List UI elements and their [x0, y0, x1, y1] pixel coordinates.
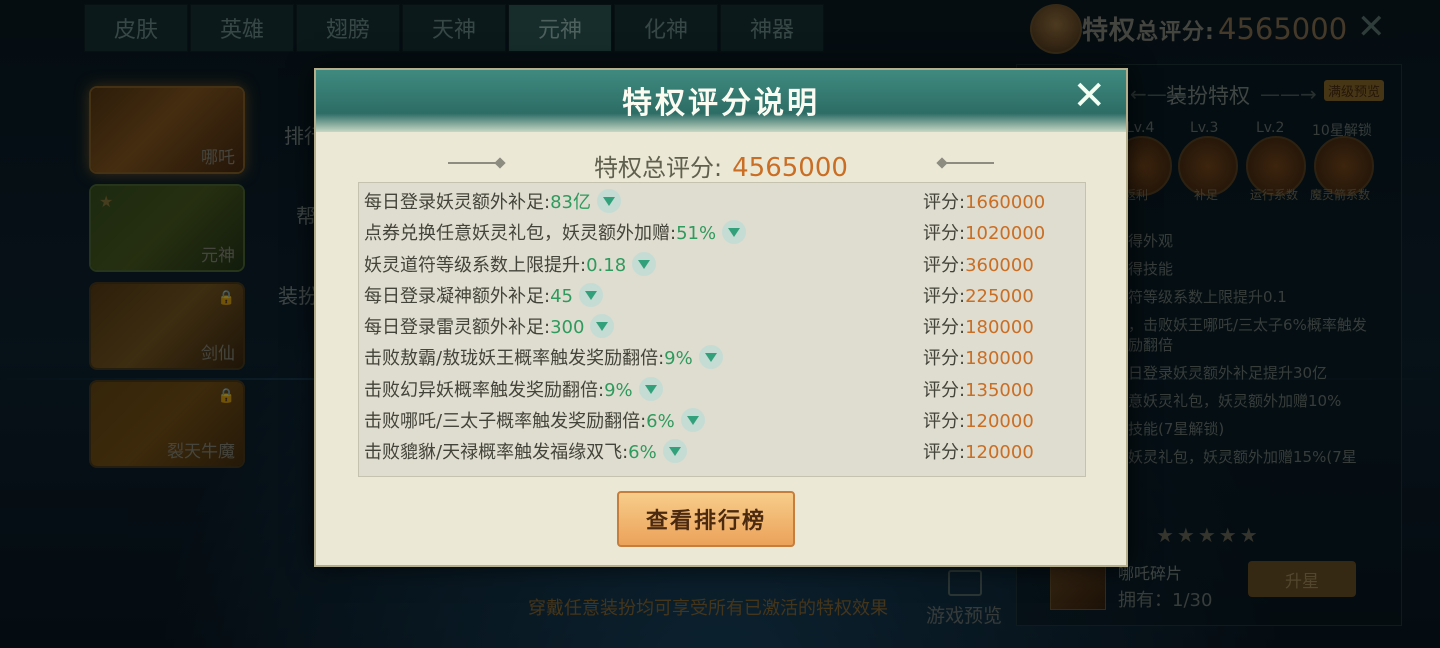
item-description: 点券兑换任意妖灵礼包，妖灵额外加赠:51%	[364, 219, 747, 246]
expand-arrow-icon[interactable]	[590, 314, 615, 338]
view-leaderboard-button[interactable]: 查看排行榜	[617, 491, 795, 547]
item-score: 评分:135000	[923, 380, 1034, 401]
expand-arrow-icon[interactable]	[596, 189, 621, 213]
item-description: 击败敖霸/敖珑妖王概率触发奖励翻倍:9%	[364, 344, 723, 371]
item-score: 评分:120000	[923, 411, 1034, 432]
expand-arrow-icon[interactable]	[638, 377, 663, 401]
total-score-value: 4565000	[732, 153, 848, 183]
dialog-total-score: 特权总评分: 4565000	[316, 148, 1126, 183]
list-item: 点券兑换任意妖灵礼包，妖灵额外加赠:51% 评分:1020000	[359, 216, 1085, 247]
item-description: 每日登录妖灵额外补足:83亿	[364, 188, 621, 215]
list-item: 每日登录妖灵额外补足:83亿 评分:1660000	[359, 185, 1085, 216]
item-description: 击败貔貅/天禄概率触发福缘双飞:6%	[364, 438, 687, 465]
list-item: 每日登录雷灵额外补足:300 评分:180000	[359, 310, 1085, 341]
expand-arrow-icon[interactable]	[680, 408, 705, 432]
item-description: 每日登录凝神额外补足:45	[364, 282, 603, 309]
dialog-header: 特权评分说明 ✕	[316, 70, 1126, 132]
item-score: 评分:1020000	[923, 223, 1046, 244]
dialog-close-icon[interactable]: ✕	[1072, 76, 1106, 116]
item-score: 评分:225000	[923, 286, 1034, 307]
list-item: 击败敖霸/敖珑妖王概率触发奖励翻倍:9% 评分:180000	[359, 341, 1085, 372]
privilege-score-list[interactable]: 每日登录妖灵额外补足:83亿 评分:1660000 点券兑换任意妖灵礼包，妖灵额…	[358, 182, 1086, 477]
list-item: 妖灵道符等级系数上限提升:0.18 评分:360000	[359, 248, 1085, 279]
list-item: 每日登录凝神额外补足:45 评分:225000	[359, 279, 1085, 310]
dialog-title: 特权评分说明	[622, 86, 820, 121]
expand-arrow-icon[interactable]	[578, 283, 603, 307]
expand-arrow-icon[interactable]	[662, 439, 687, 463]
item-score: 评分:180000	[923, 317, 1034, 338]
item-score: 评分:1660000	[923, 192, 1046, 213]
item-score: 评分:180000	[923, 348, 1034, 369]
list-item: 击败哪吒/三太子概率触发奖励翻倍:6% 评分:120000	[359, 404, 1085, 435]
item-description: 击败哪吒/三太子概率触发奖励翻倍:6%	[364, 407, 705, 434]
item-description: 妖灵道符等级系数上限提升:0.18	[364, 251, 657, 278]
ornament-right	[938, 162, 994, 164]
item-description: 每日登录雷灵额外补足:300	[364, 313, 615, 340]
list-item: 击败幻异妖概率触发奖励翻倍:9% 评分:135000	[359, 373, 1085, 404]
expand-arrow-icon[interactable]	[722, 220, 747, 244]
total-score-label: 特权总评分:	[594, 154, 723, 182]
expand-arrow-icon[interactable]	[632, 252, 657, 276]
privilege-score-dialog: 特权评分说明 ✕ 特权总评分: 4565000 每日登录妖灵额外补足:83亿 评分…	[314, 68, 1128, 567]
list-item: 击败貔貅/天禄概率触发福缘双飞:6% 评分:120000	[359, 435, 1085, 466]
item-score: 评分:120000	[923, 442, 1034, 463]
expand-arrow-icon[interactable]	[698, 345, 723, 369]
item-description: 击败幻异妖概率触发奖励翻倍:9%	[364, 376, 663, 403]
item-score: 评分:360000	[923, 255, 1034, 276]
